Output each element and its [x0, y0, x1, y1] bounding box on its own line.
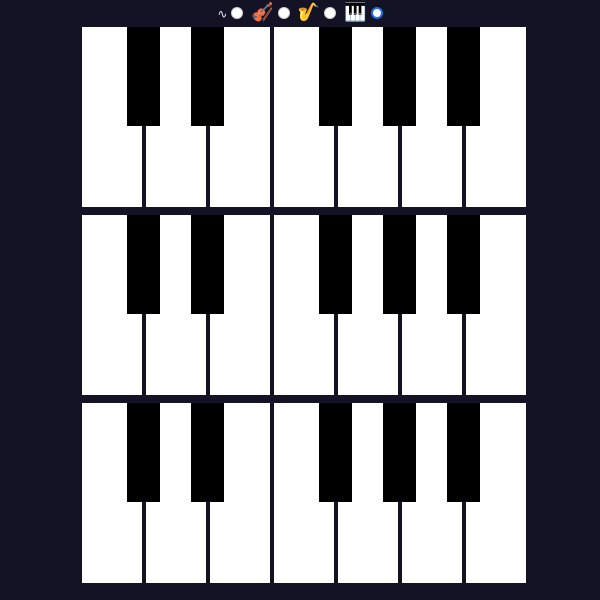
black-key[interactable] [191, 27, 224, 126]
saxophone-icon: 🎷 [297, 2, 321, 23]
instrument-radio-violin[interactable] [277, 7, 290, 19]
instrument-option-violin[interactable]: 🎻 [251, 2, 290, 24]
black-key[interactable] [447, 403, 480, 502]
black-key[interactable] [383, 403, 416, 502]
sine-wave-icon: ∿ [217, 7, 228, 21]
instrument-option-saxophone[interactable]: 🎷 [297, 2, 337, 24]
instrument-radio-sine[interactable] [231, 7, 244, 19]
piano-app: ∿ 🎻 🎷 🎹 [0, 0, 600, 600]
black-key[interactable] [447, 27, 480, 126]
keyboard-row [82, 27, 526, 207]
instrument-option-piano[interactable]: 🎹 [344, 2, 383, 24]
black-key[interactable] [191, 403, 224, 502]
black-key[interactable] [127, 215, 160, 314]
black-key[interactable] [319, 27, 352, 126]
instrument-radio-saxophone[interactable] [324, 7, 337, 19]
instrument-option-sine[interactable]: ∿ [217, 1, 244, 25]
black-key[interactable] [319, 215, 352, 314]
violin-icon: 🎻 [251, 2, 274, 23]
keyboard-row [82, 403, 526, 583]
black-key[interactable] [191, 215, 224, 314]
black-key[interactable] [127, 403, 160, 502]
black-key[interactable] [447, 215, 480, 314]
black-key[interactable] [319, 403, 352, 502]
black-key[interactable] [383, 215, 416, 314]
keyboard-row [82, 215, 526, 395]
black-key[interactable] [383, 27, 416, 126]
piano-icon: 🎹 [344, 2, 367, 23]
instrument-selector: ∿ 🎻 🎷 🎹 [0, 0, 600, 26]
black-key[interactable] [127, 27, 160, 126]
instrument-radio-piano[interactable] [370, 7, 383, 19]
